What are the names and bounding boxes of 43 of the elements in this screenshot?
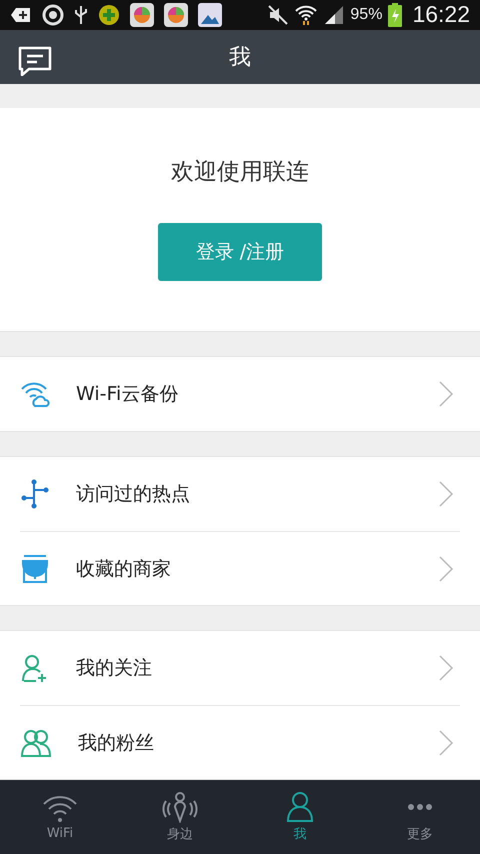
menu-item[interactable]: Wi-Fi云备份 bbox=[20, 357, 480, 431]
page-title: 我 bbox=[229, 44, 251, 72]
welcome-text: 欢迎使用联连 bbox=[171, 158, 309, 187]
more-icon bbox=[408, 804, 432, 810]
menu-item[interactable]: 收藏的商家 bbox=[20, 531, 460, 605]
menu-item[interactable]: 我的粉丝 bbox=[20, 705, 460, 779]
chevron-icon bbox=[438, 480, 454, 508]
mute-icon bbox=[268, 4, 288, 25]
clock: 16:22 bbox=[412, 1, 470, 28]
gallery-icon bbox=[198, 2, 222, 27]
people-icon bbox=[20, 728, 52, 758]
menu-item[interactable]: 我的关注 bbox=[20, 631, 480, 705]
menu-item[interactable]: 访问过的热点 bbox=[20, 457, 480, 531]
branch-icon bbox=[20, 479, 50, 509]
menu-label: Wi-Fi云备份 bbox=[76, 382, 180, 407]
wifi-icon bbox=[294, 4, 318, 26]
menu-label: 收藏的商家 bbox=[76, 556, 172, 582]
chevron-icon bbox=[438, 728, 454, 756]
chevron-icon bbox=[438, 654, 454, 682]
nav-tab[interactable]: 更多 bbox=[360, 780, 480, 854]
nav-tab[interactable]: 我 bbox=[240, 780, 360, 854]
menu-label: 访问过的热点 bbox=[76, 482, 191, 507]
location-person-icon bbox=[162, 791, 198, 823]
nav-tab[interactable]: WiFi bbox=[0, 780, 120, 854]
menu-label: 我的关注 bbox=[76, 656, 153, 681]
app-icon bbox=[42, 4, 64, 26]
person-icon bbox=[284, 791, 316, 823]
app-icon bbox=[164, 2, 188, 27]
app-icon bbox=[98, 4, 120, 26]
signal-icon bbox=[324, 4, 344, 25]
menu-label: 我的粉丝 bbox=[78, 730, 155, 756]
battery-percent: 95% bbox=[350, 6, 382, 24]
chevron-icon bbox=[438, 554, 454, 582]
shop-icon bbox=[20, 554, 50, 584]
chevron-icon bbox=[438, 380, 454, 408]
wifi-icon bbox=[42, 794, 78, 824]
wifi-cloud-icon bbox=[20, 380, 50, 408]
message-icon[interactable] bbox=[17, 46, 53, 76]
usb-icon bbox=[74, 4, 88, 25]
app-icon bbox=[130, 2, 154, 27]
nav-tab[interactable]: 身边 bbox=[120, 780, 240, 854]
battery-icon bbox=[388, 2, 402, 27]
notification-icon bbox=[10, 6, 32, 24]
